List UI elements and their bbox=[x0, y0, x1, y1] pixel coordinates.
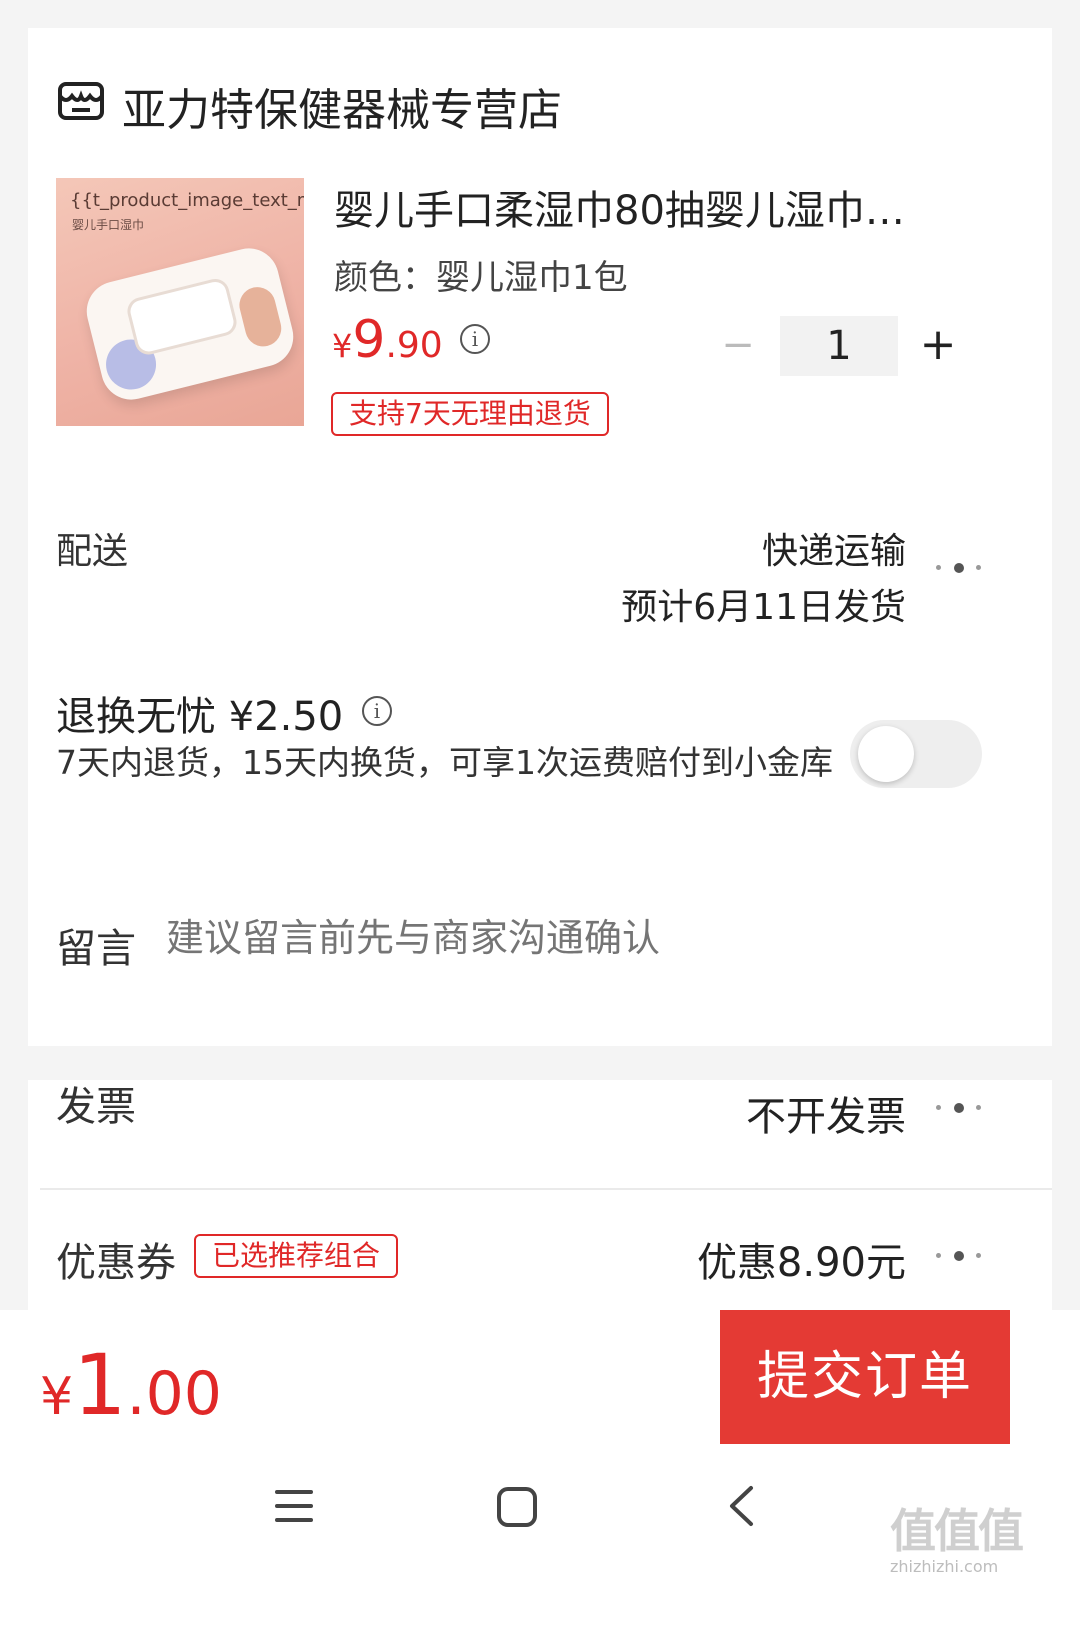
toggle-knob bbox=[858, 726, 914, 782]
return-insurance-info-icon[interactable]: i bbox=[362, 696, 392, 726]
total-decimal: .00 bbox=[126, 1359, 222, 1429]
quantity-input[interactable]: 1 bbox=[780, 316, 898, 376]
submit-order-button[interactable]: 提交订单 bbox=[720, 1310, 1010, 1444]
message-label: 留言 bbox=[56, 926, 136, 972]
total-currency: ¥ bbox=[40, 1367, 74, 1427]
delivery-method[interactable]: 快递运输 bbox=[762, 522, 906, 574]
product-title[interactable]: 婴儿手口柔湿巾80抽婴儿湿巾… bbox=[334, 178, 984, 236]
product-price: ¥9.90 bbox=[332, 310, 443, 370]
quantity-decrease-button[interactable]: − bbox=[718, 320, 758, 370]
divider bbox=[40, 1188, 1052, 1190]
coupon-badge: 已选推荐组合 bbox=[194, 1234, 399, 1278]
delivery-eta: 预计6月11日发货 bbox=[621, 587, 906, 628]
store-icon bbox=[58, 82, 104, 120]
total-integer: 1 bbox=[73, 1336, 127, 1434]
product-image-caption: {{t_product_image_text_main}} bbox=[70, 190, 304, 211]
return-insurance-toggle[interactable] bbox=[850, 720, 982, 788]
coupon-label: 优惠券 bbox=[56, 1240, 176, 1286]
price-currency: ¥ bbox=[332, 327, 353, 365]
order-card: 亚力特保健器械专营店 {{t_product_image_text_main}}… bbox=[28, 28, 1052, 1046]
watermark-logo: 值值值 bbox=[890, 1504, 1024, 1558]
product-spec[interactable]: 颜色：婴儿湿巾1包 bbox=[334, 250, 628, 299]
watermark: 值值值 zhizhizhi.com bbox=[890, 1495, 1024, 1576]
coupon-value[interactable]: 优惠8.90元 bbox=[697, 1230, 906, 1288]
return-insurance-title: 退换无忧 ¥2.50 bbox=[56, 694, 344, 740]
price-info-icon[interactable]: i bbox=[460, 324, 490, 354]
return-insurance-description: 7天内退货，15天内换货，可享1次运费赔付到小金库 bbox=[56, 743, 833, 782]
checkout-bar: ¥1.00 提交订单 bbox=[0, 1310, 1080, 1460]
price-integer: 9 bbox=[352, 310, 386, 370]
invoice-label: 发票 bbox=[56, 1084, 136, 1130]
message-input[interactable] bbox=[166, 908, 926, 968]
store-name[interactable]: 亚力特保健器械专营店 bbox=[122, 74, 562, 138]
coupon-more-icon[interactable] bbox=[934, 1250, 984, 1264]
wipes-package-graphic bbox=[80, 242, 300, 406]
delivery-more-icon[interactable] bbox=[934, 562, 984, 576]
price-decimal: .90 bbox=[385, 325, 443, 366]
product-image-subcaption: 婴儿手口湿巾 bbox=[72, 218, 145, 232]
quantity-increase-button[interactable]: + bbox=[916, 320, 960, 370]
product-image[interactable]: {{t_product_image_text_main}} 婴儿手口湿巾 bbox=[56, 178, 304, 426]
invoice-value[interactable]: 不开发票 bbox=[746, 1084, 906, 1142]
order-total: ¥1.00 bbox=[40, 1336, 222, 1434]
delivery-label: 配送 bbox=[56, 531, 129, 572]
invoice-more-icon[interactable] bbox=[934, 1102, 984, 1116]
back-chevron-icon[interactable] bbox=[726, 1484, 756, 1528]
menu-icon[interactable] bbox=[274, 1486, 314, 1526]
return-policy-badge: 支持7天无理由退货 bbox=[331, 392, 609, 436]
home-square-icon[interactable] bbox=[496, 1486, 538, 1528]
